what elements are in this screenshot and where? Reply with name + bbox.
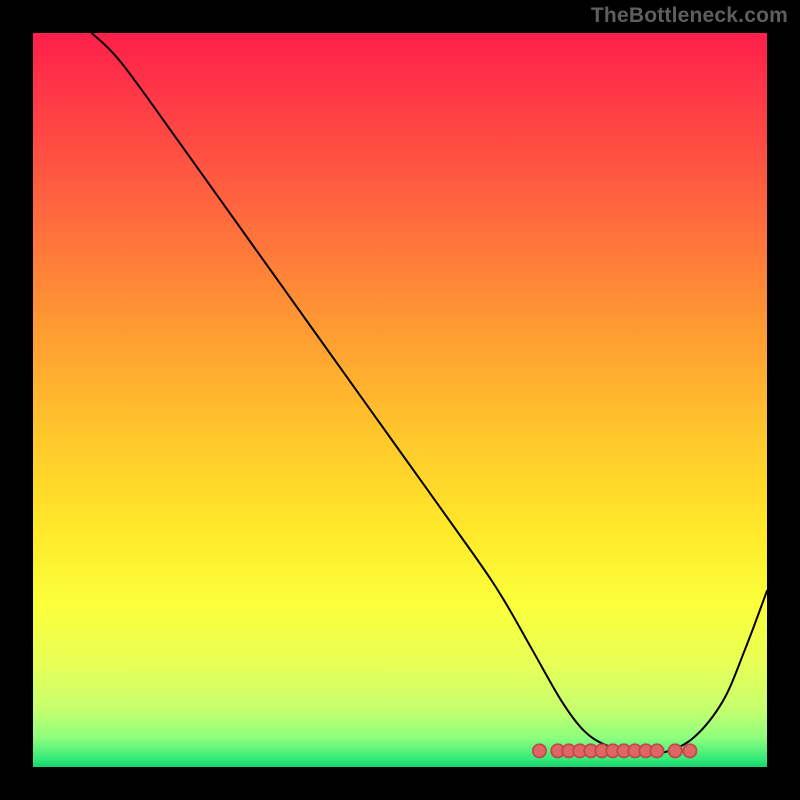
marker-dot [533, 744, 546, 757]
chart-frame: { "watermark": "TheBottleneck.com", "col… [0, 0, 800, 800]
main-curve [92, 33, 767, 754]
marker-dot [683, 744, 696, 757]
marker-dot [650, 744, 663, 757]
marker-dot [669, 744, 682, 757]
floor-markers [533, 744, 697, 757]
watermark-text: TheBottleneck.com [591, 4, 788, 28]
curve-layer [33, 33, 767, 767]
plot-area [33, 33, 767, 767]
